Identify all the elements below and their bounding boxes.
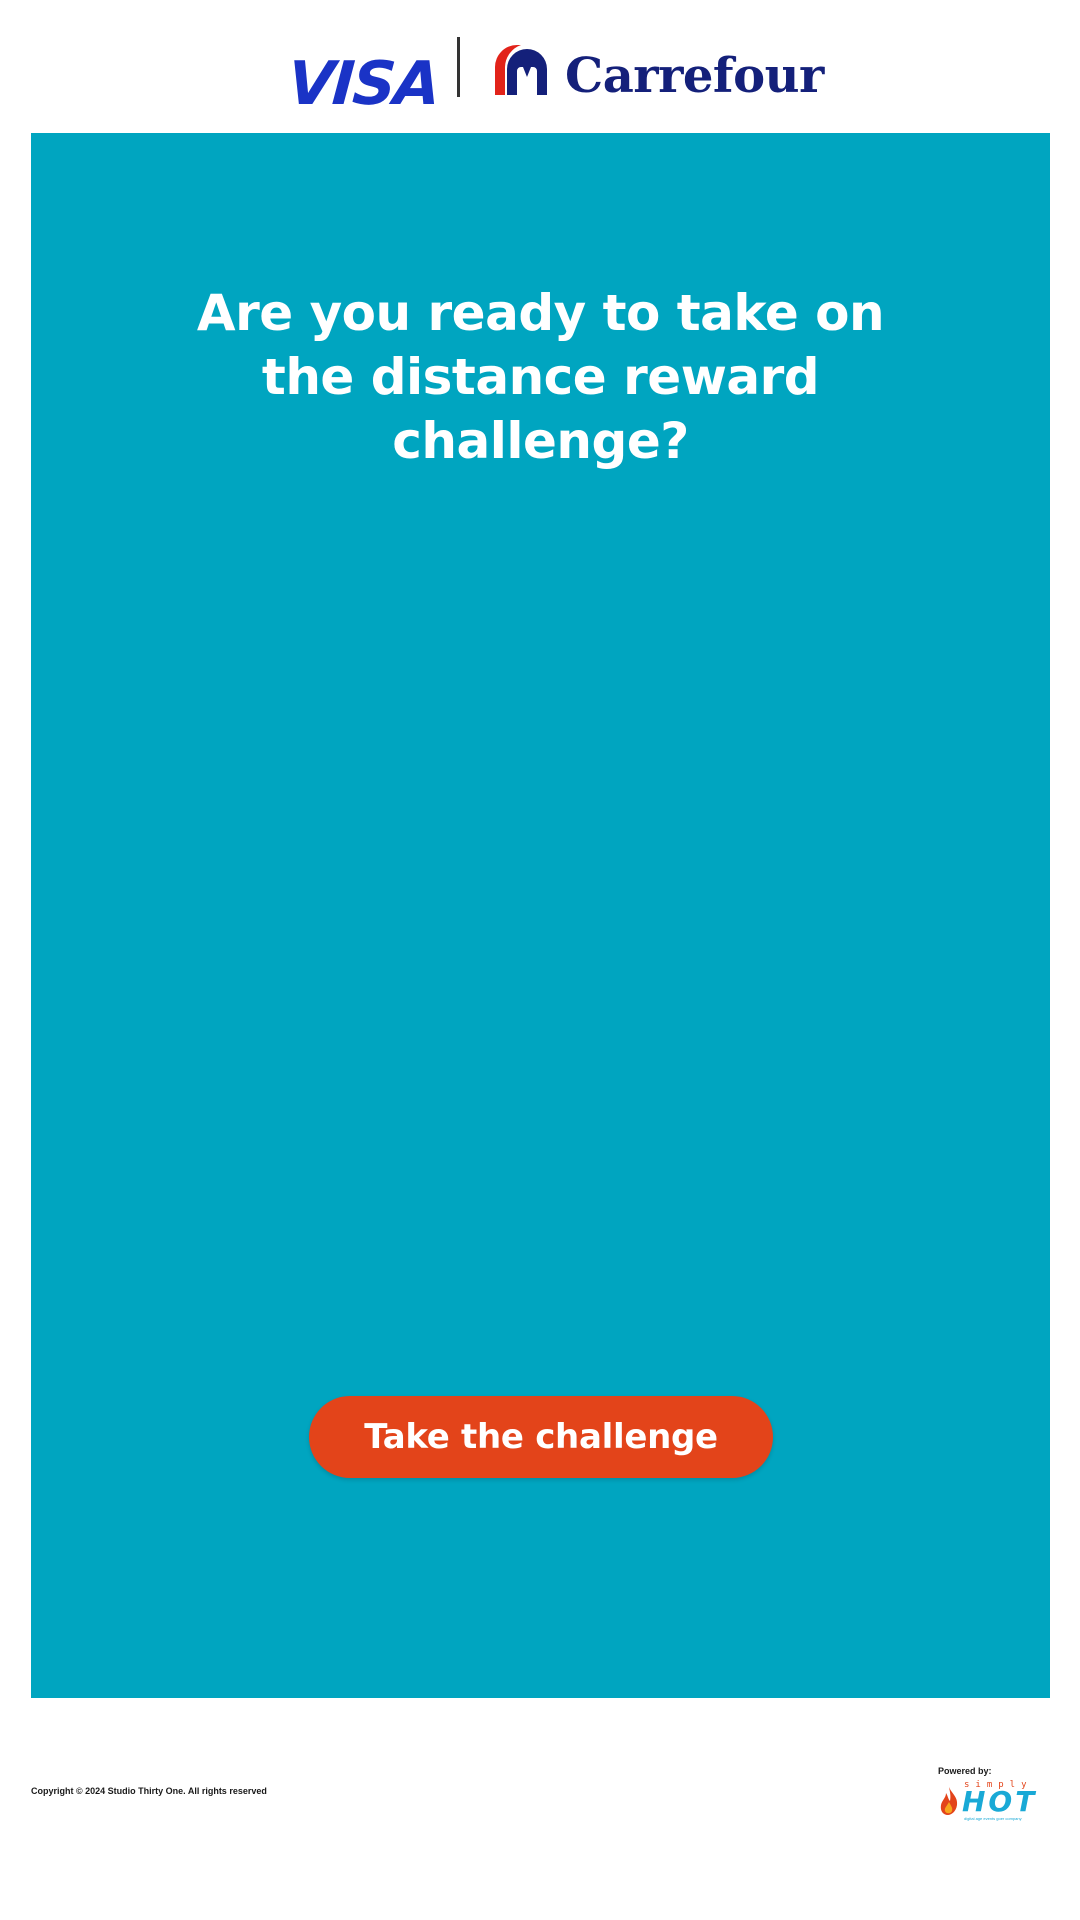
page: VISA Carrefour Are you ready to take on … [0,0,1080,1920]
hero-title: Are you ready to take on the distance re… [196,284,885,470]
brand-main-text: HOT [962,1785,1038,1818]
carrefour-logo-text: Carrefour [565,48,824,104]
brand-tagline: digital age events goer company [964,1816,1022,1821]
carrefour-logo-icon [495,45,547,95]
copyright-text: Copyright © 2024 Studio Thirty One. All … [31,1786,267,1796]
header: VISA Carrefour [0,30,1080,140]
powered-by-logo: Powered by: simply HOT digital age event… [938,1766,1050,1826]
hero-panel: Are you ready to take on the distance re… [31,133,1050,1698]
logo-divider [457,37,460,97]
visa-logo: VISA [285,49,441,119]
flame-icon [940,1787,958,1815]
powered-by-label: Powered by: [938,1766,992,1776]
take-challenge-button[interactable]: Take the challenge [309,1396,773,1478]
